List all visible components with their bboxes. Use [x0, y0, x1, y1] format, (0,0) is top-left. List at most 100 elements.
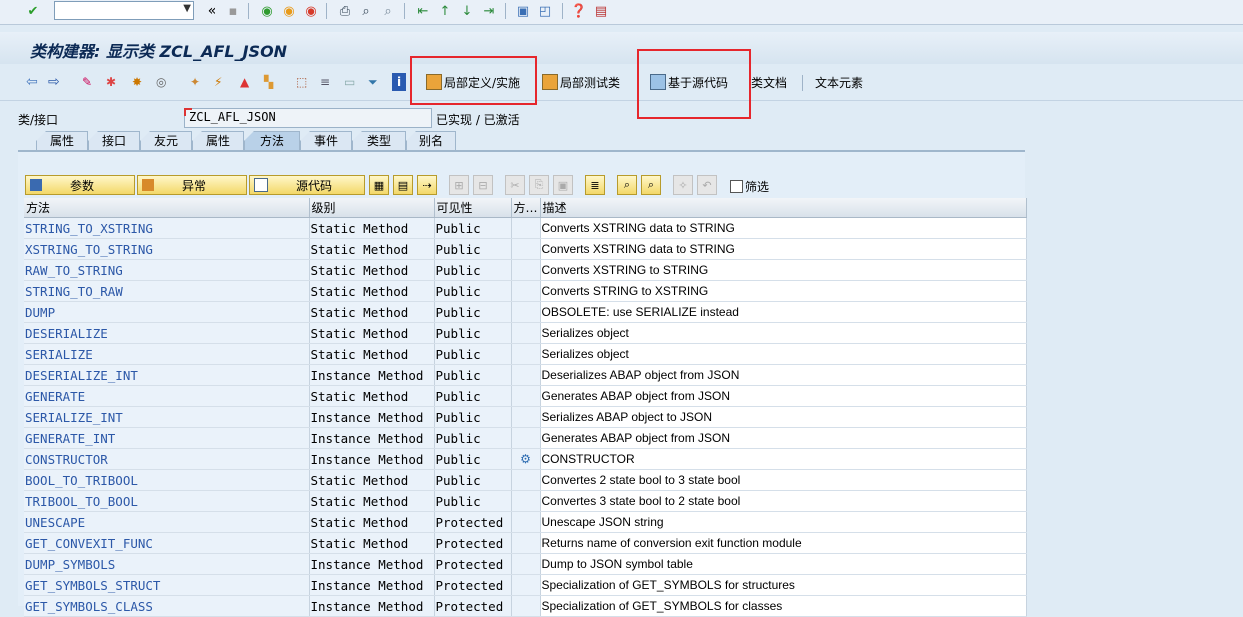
- method-cell[interactable]: CONSTRUCTOR: [24, 448, 310, 470]
- description-cell[interactable]: Specialization of GET_SYMBOLS for struct…: [540, 574, 1027, 596]
- filter-icon[interactable]: ⏷: [368, 73, 378, 91]
- enter-icon[interactable]: ✔: [24, 2, 42, 20]
- visibility-cell[interactable]: Public: [434, 259, 512, 281]
- delete-row-icon[interactable]: ⊟: [473, 175, 493, 195]
- visibility-cell[interactable]: Public: [434, 301, 512, 323]
- class-documentation-button[interactable]: 类文档: [751, 73, 787, 91]
- description-cell[interactable]: CONSTRUCTOR: [540, 448, 1027, 470]
- visibility-cell[interactable]: Public: [434, 217, 512, 239]
- table-row[interactable]: GET_SYMBOLS_CLASS Instance Method Protecte…: [24, 595, 1027, 617]
- redefine-icon[interactable]: ⇢: [417, 175, 437, 195]
- level-cell[interactable]: Static Method: [309, 343, 435, 365]
- description-cell[interactable]: Specialization of GET_SYMBOLS for classe…: [540, 595, 1027, 617]
- column-header-level[interactable]: 级别: [309, 198, 435, 218]
- table-row[interactable]: GET_SYMBOLS_STRUCT Instance Method Protect…: [24, 574, 1027, 596]
- visibility-cell[interactable]: Public: [434, 343, 512, 365]
- table-row[interactable]: GENERATE Static Method Public Generates ABA…: [24, 385, 1027, 407]
- prev-page-icon[interactable]: ↑: [436, 2, 454, 20]
- level-cell[interactable]: Static Method: [309, 385, 435, 407]
- column-header-visibility[interactable]: 可见性: [434, 198, 512, 218]
- edit-toggle-icon[interactable]: ✎: [82, 73, 92, 91]
- method-cell[interactable]: STRING_TO_RAW: [24, 280, 310, 302]
- first-page-icon[interactable]: ⇤: [414, 2, 432, 20]
- level-cell[interactable]: Instance Method: [309, 406, 435, 428]
- object-list-icon[interactable]: ▚: [264, 73, 273, 91]
- table-row[interactable]: SERIALIZE_INT Instance Method Public Serial…: [24, 406, 1027, 428]
- method-cell[interactable]: GET_SYMBOLS_STRUCT: [24, 574, 310, 596]
- method-cell[interactable]: GENERATE: [24, 385, 310, 407]
- hierarchy-icon[interactable]: ⬚: [296, 73, 307, 91]
- column-header-description[interactable]: 描述: [540, 198, 1027, 218]
- visibility-cell[interactable]: Protected: [434, 553, 512, 575]
- description-cell[interactable]: Convertes 2 state bool to 3 state bool: [540, 469, 1027, 491]
- method-cell[interactable]: TRIBOOL_TO_BOOL: [24, 490, 310, 512]
- insert-row-icon[interactable]: ⊞: [449, 175, 469, 195]
- exit-icon[interactable]: ◉: [280, 2, 298, 20]
- level-cell[interactable]: Static Method: [309, 217, 435, 239]
- info-icon[interactable]: i: [392, 73, 406, 91]
- table-row[interactable]: DESERIALIZE Static Method Public Serializes…: [24, 322, 1027, 344]
- method-cell[interactable]: DESERIALIZE: [24, 322, 310, 344]
- level-cell[interactable]: Instance Method: [309, 448, 435, 470]
- text-elements-button[interactable]: 文本元素: [815, 73, 863, 91]
- expand-icon[interactable]: ▦: [369, 175, 389, 195]
- method-cell[interactable]: RAW_TO_STRING: [24, 259, 310, 281]
- level-cell[interactable]: Instance Method: [309, 595, 435, 617]
- print-icon[interactable]: ⎙: [336, 2, 354, 20]
- method-cell[interactable]: DUMP_SYMBOLS: [24, 553, 310, 575]
- visibility-cell[interactable]: Public: [434, 448, 512, 470]
- help-icon[interactable]: ❓: [570, 2, 588, 20]
- level-cell[interactable]: Static Method: [309, 490, 435, 512]
- find-icon[interactable]: ⌕: [357, 2, 375, 20]
- test-icon[interactable]: ✦: [190, 73, 200, 91]
- tab-types[interactable]: 类型: [352, 131, 406, 150]
- visibility-cell[interactable]: Public: [434, 238, 512, 260]
- paste-icon[interactable]: ▣: [553, 175, 573, 195]
- find-next-icon[interactable]: ⌕: [641, 175, 661, 195]
- description-cell[interactable]: Serializes object: [540, 322, 1027, 344]
- tools-icon[interactable]: ✧: [673, 175, 693, 195]
- level-cell[interactable]: Instance Method: [309, 427, 435, 449]
- description-cell[interactable]: Serializes object: [540, 343, 1027, 365]
- visibility-cell[interactable]: Public: [434, 364, 512, 386]
- visibility-cell[interactable]: Public: [434, 469, 512, 491]
- level-cell[interactable]: Static Method: [309, 469, 435, 491]
- table-row[interactable]: TRIBOOL_TO_BOOL Static Method Public Conver…: [24, 490, 1027, 512]
- activate-icon[interactable]: ✸: [132, 73, 142, 91]
- description-cell[interactable]: OBSOLETE: use SERIALIZE instead: [540, 301, 1027, 323]
- method-cell[interactable]: BOOL_TO_TRIBOOL: [24, 469, 310, 491]
- visibility-cell[interactable]: Public: [434, 490, 512, 512]
- local-test-classes-button[interactable]: 局部测试类: [542, 73, 620, 91]
- method-cell[interactable]: DUMP: [24, 301, 310, 323]
- level-cell[interactable]: Instance Method: [309, 574, 435, 596]
- save-icon[interactable]: ▪: [224, 2, 242, 20]
- description-cell[interactable]: Converts XSTRING data to STRING: [540, 238, 1027, 260]
- description-cell[interactable]: Unescape JSON string: [540, 511, 1027, 533]
- table-row[interactable]: CONSTRUCTOR Instance Method Public ⚙ CONSTRU…: [24, 448, 1027, 470]
- table-row[interactable]: XSTRING_TO_STRING Static Method Public Conv…: [24, 238, 1027, 260]
- method-cell[interactable]: STRING_TO_XSTRING: [24, 217, 310, 239]
- method-cell[interactable]: GET_SYMBOLS_CLASS: [24, 595, 310, 617]
- visibility-cell[interactable]: Public: [434, 427, 512, 449]
- visibility-cell[interactable]: Public: [434, 322, 512, 344]
- sort-icon[interactable]: ≣: [585, 175, 605, 195]
- visibility-cell[interactable]: Public: [434, 385, 512, 407]
- tab-aliases[interactable]: 别名: [406, 131, 456, 150]
- method-cell[interactable]: GENERATE_INT: [24, 427, 310, 449]
- description-cell[interactable]: Generates ABAP object from JSON: [540, 385, 1027, 407]
- level-cell[interactable]: Static Method: [309, 238, 435, 260]
- table-row[interactable]: DUMP_SYMBOLS Instance Method Protected Dump…: [24, 553, 1027, 575]
- source-code-button[interactable]: 源代码: [249, 175, 365, 195]
- tab-friends[interactable]: 友元: [140, 131, 192, 150]
- back-icon[interactable]: ◉: [258, 2, 276, 20]
- table-row[interactable]: GET_CONVEXIT_FUNC Static Method Protected R…: [24, 532, 1027, 554]
- description-cell[interactable]: Serializes ABAP object to JSON: [540, 406, 1027, 428]
- superclass-icon[interactable]: ≡: [320, 73, 330, 91]
- next-page-icon[interactable]: ↓: [458, 2, 476, 20]
- display-icon[interactable]: ▭: [344, 73, 355, 91]
- tab-interfaces[interactable]: 接口: [88, 131, 140, 150]
- level-cell[interactable]: Instance Method: [309, 553, 435, 575]
- table-row[interactable]: GENERATE_INT Instance Method Public Generat…: [24, 427, 1027, 449]
- level-cell[interactable]: Instance Method: [309, 364, 435, 386]
- cancel-icon[interactable]: ◉: [302, 2, 320, 20]
